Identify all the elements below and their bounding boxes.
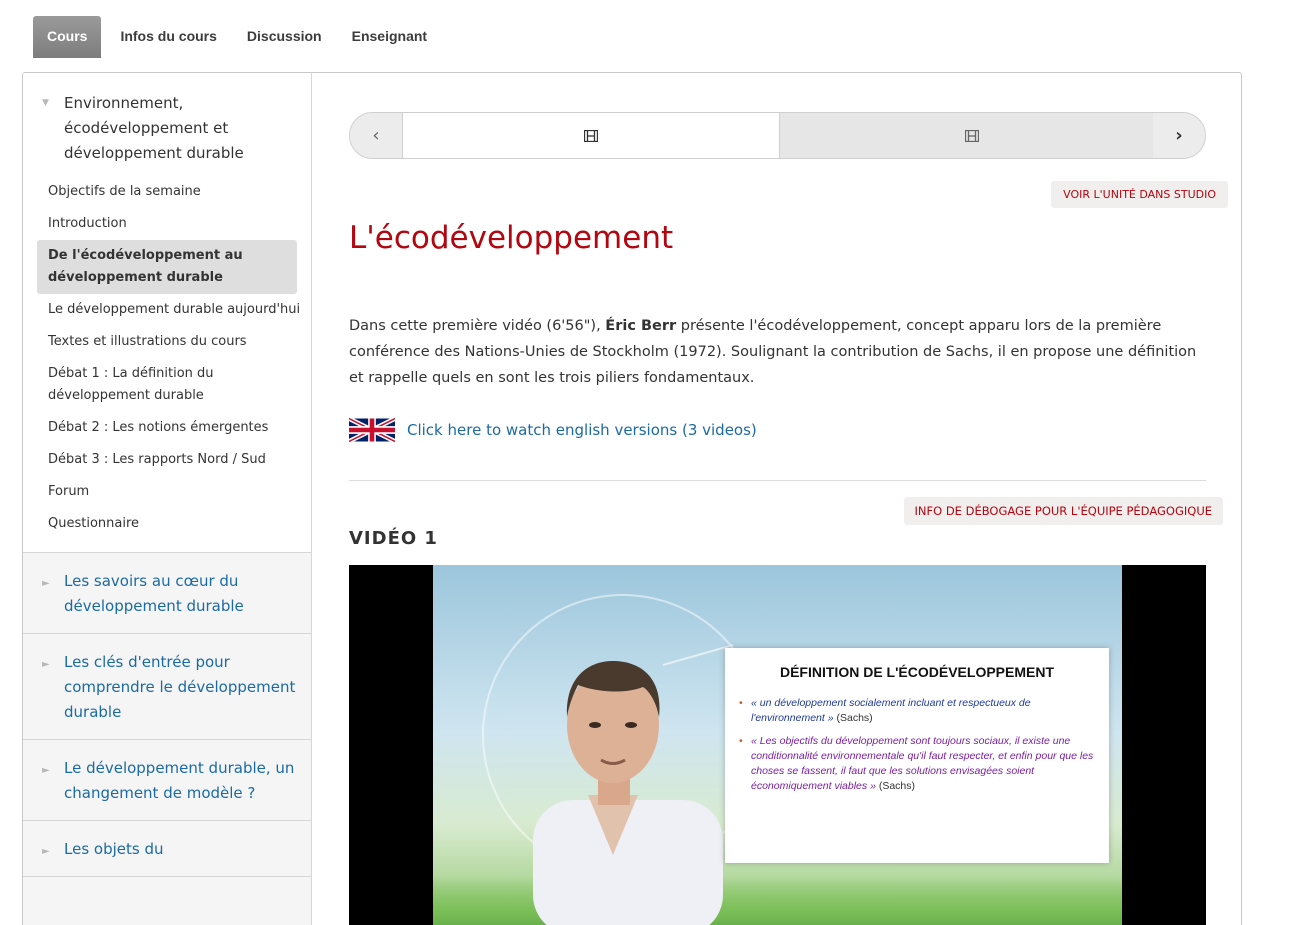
unit-intro-text: Dans cette première vidéo (6'56"), Éric … <box>349 313 1209 391</box>
course-tabs: Cours Infos du cours Discussion Enseigna… <box>33 16 442 58</box>
slide-bullet-2: • « Les objectifs du développement sont … <box>739 734 1095 794</box>
bullet-icon: • <box>739 735 743 747</box>
video-slide: DÉFINITION DE L'ÉCODÉVELOPPEMENT • « un … <box>725 648 1109 863</box>
chapter-closed-objets[interactable]: ► Les objets du <box>23 821 311 877</box>
content-divider <box>349 480 1206 481</box>
uk-flag-icon <box>349 416 395 444</box>
sidebar-item-debat-1[interactable]: Débat 1 : La définition du développement… <box>23 358 311 412</box>
chapter-title: Le développement durable, un changement … <box>64 759 295 802</box>
sidebar-item-debat-2[interactable]: Débat 2 : Les notions émergentes <box>23 412 311 444</box>
slide-bullet-text: « un développement socialement incluant … <box>751 697 1031 724</box>
chapter-title: Les clés d'entrée pour comprendre le dév… <box>64 653 296 721</box>
sidebar-item-objectifs[interactable]: Objectifs de la semaine <box>23 176 311 208</box>
chapter-closed-cles[interactable]: ► Les clés d'entrée pour comprendre le d… <box>23 634 311 740</box>
film-icon <box>584 129 598 142</box>
video-heading: VIDÉO 1 <box>349 528 438 549</box>
sidebar-item-textes[interactable]: Textes et illustrations du cours <box>23 326 311 358</box>
film-icon <box>965 129 979 142</box>
sequence-nav: ‹ › <box>349 112 1206 159</box>
chapter-open: ▼ Environnement, écodéveloppement et dév… <box>23 73 311 553</box>
unit-content: ‹ › VOIR L'UNITÉ DANS STUDIO L'écodévelo… <box>312 73 1241 925</box>
unit-title: L'écodéveloppement <box>349 220 674 256</box>
caret-down-icon: ▼ <box>42 98 49 108</box>
chapter-title: Environnement, écodéveloppement et dével… <box>64 94 244 162</box>
caret-right-icon: ► <box>42 846 50 857</box>
slide-bullet-text: « Les objectifs du développement sont to… <box>751 735 1094 792</box>
view-in-studio-button[interactable]: VOIR L'UNITÉ DANS STUDIO <box>1051 181 1228 208</box>
chapter-closed-changement[interactable]: ► Le développement durable, un changemen… <box>23 740 311 821</box>
sidebar-item-questionnaire[interactable]: Questionnaire <box>23 508 311 540</box>
sequence-prev-button[interactable]: ‹ <box>350 113 402 158</box>
sequence-tab-video-2[interactable] <box>780 113 1165 158</box>
tab-discussion[interactable]: Discussion <box>232 16 337 58</box>
english-versions-link-text[interactable]: Click here to watch english versions (3 … <box>407 421 757 439</box>
intro-author: Éric Berr <box>605 318 677 334</box>
page: Cours Infos du cours Discussion Enseigna… <box>0 0 1290 925</box>
debug-info-button[interactable]: INFO DE DÉBOGAGE POUR L'ÉQUIPE PÉDAGOGIQ… <box>903 497 1223 525</box>
intro-text-before: Dans cette première vidéo (6'56"), <box>349 318 606 334</box>
slide-bullet-source: (Sachs) <box>878 780 916 792</box>
chapter-closed-savoirs[interactable]: ► Les savoirs au cœur du développement d… <box>23 553 311 634</box>
tab-cours[interactable]: Cours <box>33 16 102 58</box>
course-container: ▼ Environnement, écodéveloppement et dév… <box>22 72 1242 925</box>
sequence-next-button[interactable]: › <box>1153 113 1205 158</box>
chapter-heading[interactable]: ▼ Environnement, écodéveloppement et dév… <box>23 73 311 176</box>
sidebar-item-ecodeveloppement-active[interactable]: De l'écodéveloppement au développement d… <box>37 240 297 294</box>
sidebar-item-introduction[interactable]: Introduction <box>23 208 311 240</box>
slide-bullet-source: (Sachs) <box>836 712 873 724</box>
video-frame: DÉFINITION DE L'ÉCODÉVELOPPEMENT • « un … <box>433 565 1122 925</box>
course-sidebar: ▼ Environnement, écodéveloppement et dév… <box>23 73 312 925</box>
slide-title: DÉFINITION DE L'ÉCODÉVELOPPEMENT <box>779 664 1055 680</box>
chapter-title: Les objets du <box>64 840 164 858</box>
bullet-icon: • <box>739 697 743 709</box>
tab-enseignant[interactable]: Enseignant <box>337 16 442 58</box>
sequence-tab-video-1[interactable] <box>402 113 780 158</box>
presenter-image <box>533 660 723 925</box>
slide-bullet-1: • « un développement socialement incluan… <box>739 696 1095 726</box>
chevron-left-icon: ‹ <box>372 125 380 146</box>
sidebar-item-debat-3[interactable]: Débat 3 : Les rapports Nord / Sud <box>23 444 311 476</box>
caret-right-icon: ► <box>42 578 50 589</box>
tab-infos-du-cours[interactable]: Infos du cours <box>105 16 231 58</box>
caret-right-icon: ► <box>42 659 50 670</box>
sidebar-item-forum[interactable]: Forum <box>23 476 311 508</box>
video-player[interactable]: DÉFINITION DE L'ÉCODÉVELOPPEMENT • « un … <box>349 565 1206 925</box>
chevron-right-icon: › <box>1175 125 1183 146</box>
caret-right-icon: ► <box>42 765 50 776</box>
chapter-title: Les savoirs au cœur du développement dur… <box>64 572 244 615</box>
sidebar-item-dd-aujourdhui[interactable]: Le développement durable aujourd'hui <box>23 294 311 326</box>
english-versions-link[interactable]: Click here to watch english versions (3 … <box>349 415 757 445</box>
